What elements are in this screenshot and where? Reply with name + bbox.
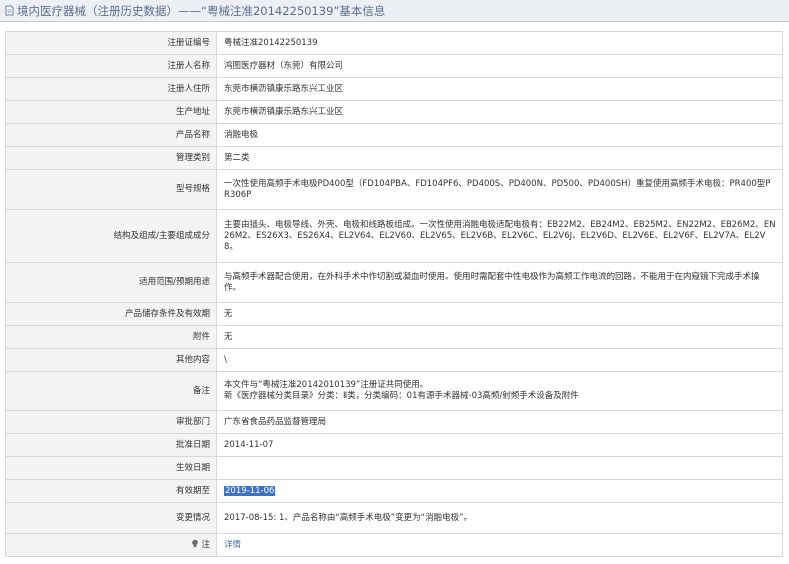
value-valid-until: 2019-11-06 <box>216 479 783 503</box>
row-other-content: 其他内容 \ <box>5 348 783 372</box>
value-storage: 无 <box>216 302 783 326</box>
value-intended-use: 与高频手术器配合使用，在外科手术中作切割或凝血时使用。使用时需配套中性电极作为高… <box>216 262 783 303</box>
row-effective-date: 生效日期 <box>5 456 783 480</box>
row-production-address: 生产地址 东莞市横沥镇康乐路东兴工业区 <box>5 100 783 124</box>
remarks-line-1: 本文件与“粤械注准20142010139”注册证共同使用。 <box>224 380 429 390</box>
label-storage: 产品储存条件及有效期 <box>5 302 217 326</box>
lightbulb-icon <box>191 539 199 552</box>
value-production-address: 东莞市横沥镇康乐路东兴工业区 <box>216 100 783 124</box>
value-product-name: 消融电极 <box>216 123 783 147</box>
row-approval-date: 批准日期 2014-11-07 <box>5 433 783 457</box>
label-registrant-address: 注册人住所 <box>5 77 217 101</box>
row-product-name: 产品名称 消融电极 <box>5 123 783 147</box>
value-attachments: 无 <box>216 325 783 349</box>
note-label-text: 注 <box>201 539 210 550</box>
details-link[interactable]: 详情 <box>224 540 241 550</box>
document-icon <box>4 5 15 16</box>
row-change-history: 变更情况 2017-08-15: 1、产品名称由“高频手术电极”变更为“消融电极… <box>5 502 783 534</box>
label-valid-until: 有效期至 <box>5 479 217 503</box>
row-registrant-name: 注册人名称 鸿图医疗器材（东莞）有限公司 <box>5 54 783 78</box>
label-registrant-name: 注册人名称 <box>5 54 217 78</box>
row-valid-until: 有效期至 2019-11-06 <box>5 479 783 503</box>
label-effective-date: 生效日期 <box>5 456 217 480</box>
value-approval-department: 广东省食品药品监督管理局 <box>216 410 783 434</box>
label-remarks: 备注 <box>5 371 217 411</box>
row-remarks: 备注 本文件与“粤械注准20142010139”注册证共同使用。 新《医疗器械分… <box>5 371 783 411</box>
row-structure: 结构及组成/主要组成成分 主要由插头、电极导线、外壳、电极和线路板组成。一次性使… <box>5 209 783 263</box>
label-attachments: 附件 <box>5 325 217 349</box>
label-other-content: 其他内容 <box>5 348 217 372</box>
label-note: 注 <box>5 533 217 557</box>
value-note: 详情 <box>216 533 783 557</box>
label-structure: 结构及组成/主要组成成分 <box>5 209 217 263</box>
label-product-name: 产品名称 <box>5 123 217 147</box>
label-change-history: 变更情况 <box>5 502 217 534</box>
label-intended-use: 适用范围/预期用途 <box>5 262 217 303</box>
value-other-content: \ <box>216 348 783 372</box>
row-intended-use: 适用范围/预期用途 与高频手术器配合使用，在外科手术中作切割或凝血时使用。使用时… <box>5 262 783 303</box>
value-registrant-name: 鸿图医疗器材（东莞）有限公司 <box>216 54 783 78</box>
label-model-spec: 型号规格 <box>5 169 217 210</box>
row-note: 注 详情 <box>5 533 783 557</box>
value-registrant-address: 东莞市横沥镇康乐路东兴工业区 <box>216 77 783 101</box>
label-approval-date: 批准日期 <box>5 433 217 457</box>
row-attachments: 附件 无 <box>5 325 783 349</box>
value-model-spec: 一次性使用高频手术电极PD400型（FD104PBA、FD104PF6、PD40… <box>216 169 783 210</box>
label-management-category: 管理类别 <box>5 146 217 170</box>
row-storage: 产品储存条件及有效期 无 <box>5 302 783 326</box>
page-title: 境内医疗器械（注册历史数据）——“粤械注准20142250139”基本信息 <box>17 3 386 18</box>
value-management-category: 第二类 <box>216 146 783 170</box>
remarks-line-2: 新《医疗器械分类目录》分类：Ⅱ类，分类编码：01有源手术器械-03高频/射频手术… <box>224 391 579 401</box>
row-management-category: 管理类别 第二类 <box>5 146 783 170</box>
value-approval-date: 2014-11-07 <box>216 433 783 457</box>
valid-until-date: 2019-11-06 <box>224 485 276 496</box>
row-model-spec: 型号规格 一次性使用高频手术电极PD400型（FD104PBA、FD104PF6… <box>5 169 783 210</box>
row-registration-number: 注册证编号 粤械注准20142250139 <box>5 31 783 55</box>
value-effective-date <box>216 456 783 480</box>
value-structure: 主要由插头、电极导线、外壳、电极和线路板组成。一次性使用消融电极适配电极有：EB… <box>216 209 783 263</box>
valid-until-label-text: 有效期至 <box>175 485 210 496</box>
value-registration-number: 粤械注准20142250139 <box>216 31 783 55</box>
row-registrant-address: 注册人住所 东莞市横沥镇康乐路东兴工业区 <box>5 77 783 101</box>
registration-info-table: 注册证编号 粤械注准20142250139 注册人名称 鸿图医疗器材（东莞）有限… <box>5 31 783 557</box>
value-change-history: 2017-08-15: 1、产品名称由“高频手术电极”变更为“消融电极”。 <box>216 502 783 534</box>
value-remarks: 本文件与“粤械注准20142010139”注册证共同使用。 新《医疗器械分类目录… <box>216 371 783 411</box>
label-production-address: 生产地址 <box>5 100 217 124</box>
label-registration-number: 注册证编号 <box>5 31 217 55</box>
page-title-bar: 境内医疗器械（注册历史数据）——“粤械注准20142250139”基本信息 <box>0 0 789 22</box>
label-approval-department: 审批部门 <box>5 410 217 434</box>
row-approval-department: 审批部门 广东省食品药品监督管理局 <box>5 410 783 434</box>
